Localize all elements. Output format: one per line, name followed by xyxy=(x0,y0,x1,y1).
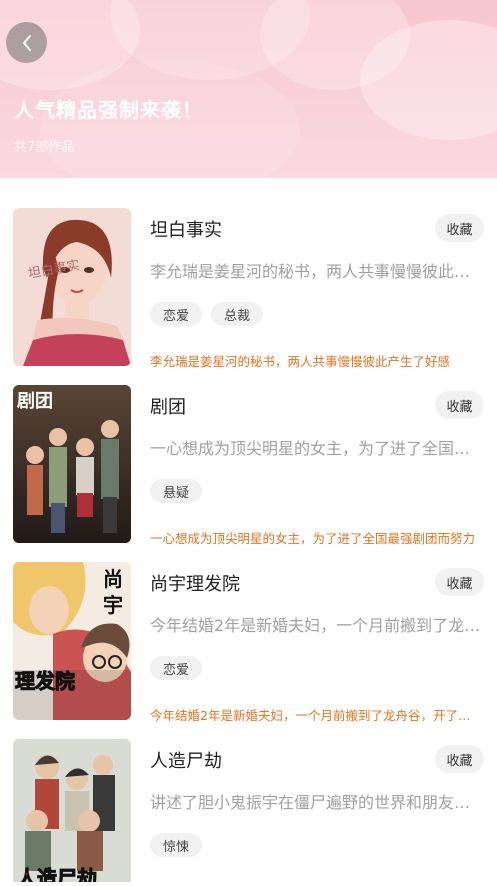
comic-item[interactable]: 坦白事实 坦白事实 收藏 李允瑞是姜星河的秘书，两人共事慢慢彼此产生了好感 恋爱… xyxy=(0,178,497,369)
tag[interactable]: 惊悚 xyxy=(150,833,203,857)
comic-title[interactable]: 尚宇理发院 xyxy=(150,570,240,596)
comic-cover[interactable]: 尚 宇 理发院 xyxy=(13,562,131,720)
comic-item[interactable]: 尚 宇 理发院 尚宇理发院 收藏 今年结婚2年是新婚夫妇，一个月前搬到了龙舟谷 … xyxy=(0,532,497,723)
page-title: 人气精品强制来袭！ xyxy=(14,98,203,122)
collect-button[interactable]: 收藏 xyxy=(435,568,484,596)
comic-cover[interactable]: 剧团 xyxy=(13,385,131,543)
cover-title-text: 剧团 xyxy=(17,391,53,412)
tag-list: 惊悚 xyxy=(150,833,203,857)
back-button[interactable] xyxy=(6,22,47,63)
comic-cover[interactable]: 人造尸劫 xyxy=(13,739,131,882)
tag[interactable]: 恋爱 xyxy=(150,656,203,680)
cover-title-text: 人造尸劫 xyxy=(17,866,97,882)
comic-description: 李允瑞是姜星河的秘书，两人共事慢慢彼此产生了好感 xyxy=(150,262,484,281)
tag[interactable]: 悬疑 xyxy=(150,479,203,503)
comic-description: 讲述了胆小鬼振宇在僵尸遍野的世界和朋友们一起求生 xyxy=(150,793,484,812)
cover-char: 理发院 xyxy=(15,669,75,693)
collect-button[interactable]: 收藏 xyxy=(435,745,484,773)
comic-description: 今年结婚2年是新婚夫妇，一个月前搬到了龙舟谷 xyxy=(150,616,484,635)
chevron-left-icon xyxy=(22,34,31,51)
cover-char: 宇 xyxy=(103,593,123,617)
comic-item[interactable]: 剧团 剧团 收藏 一心想成为顶尖明星的女主，为了进了全国最强剧团 悬疑 一心想成… xyxy=(0,355,497,546)
tag-list: 恋爱 总裁 xyxy=(150,302,264,326)
comic-description: 一心想成为顶尖明星的女主，为了进了全国最强剧团 xyxy=(150,439,484,458)
header-banner: 人气精品强制来袭！ 共7部作品 xyxy=(0,0,497,178)
comic-title[interactable]: 坦白事实 xyxy=(150,216,222,242)
cover-char: 尚 xyxy=(103,567,123,591)
tag[interactable]: 恋爱 xyxy=(150,302,203,326)
comic-item[interactable]: 人造尸劫 人造尸劫 收藏 讲述了胆小鬼振宇在僵尸遍野的世界和朋友们一起求生 惊悚 xyxy=(0,709,497,886)
tag-list: 悬疑 xyxy=(150,479,203,503)
tag[interactable]: 总裁 xyxy=(211,302,264,326)
tag-list: 恋爱 xyxy=(150,656,203,680)
collect-button[interactable]: 收藏 xyxy=(435,391,484,419)
collect-button[interactable]: 收藏 xyxy=(435,214,484,242)
comic-cover[interactable]: 坦白事实 xyxy=(13,208,131,366)
comic-title[interactable]: 人造尸劫 xyxy=(150,747,222,773)
works-count: 共7部作品 xyxy=(14,140,75,155)
comic-title[interactable]: 剧团 xyxy=(150,393,186,419)
